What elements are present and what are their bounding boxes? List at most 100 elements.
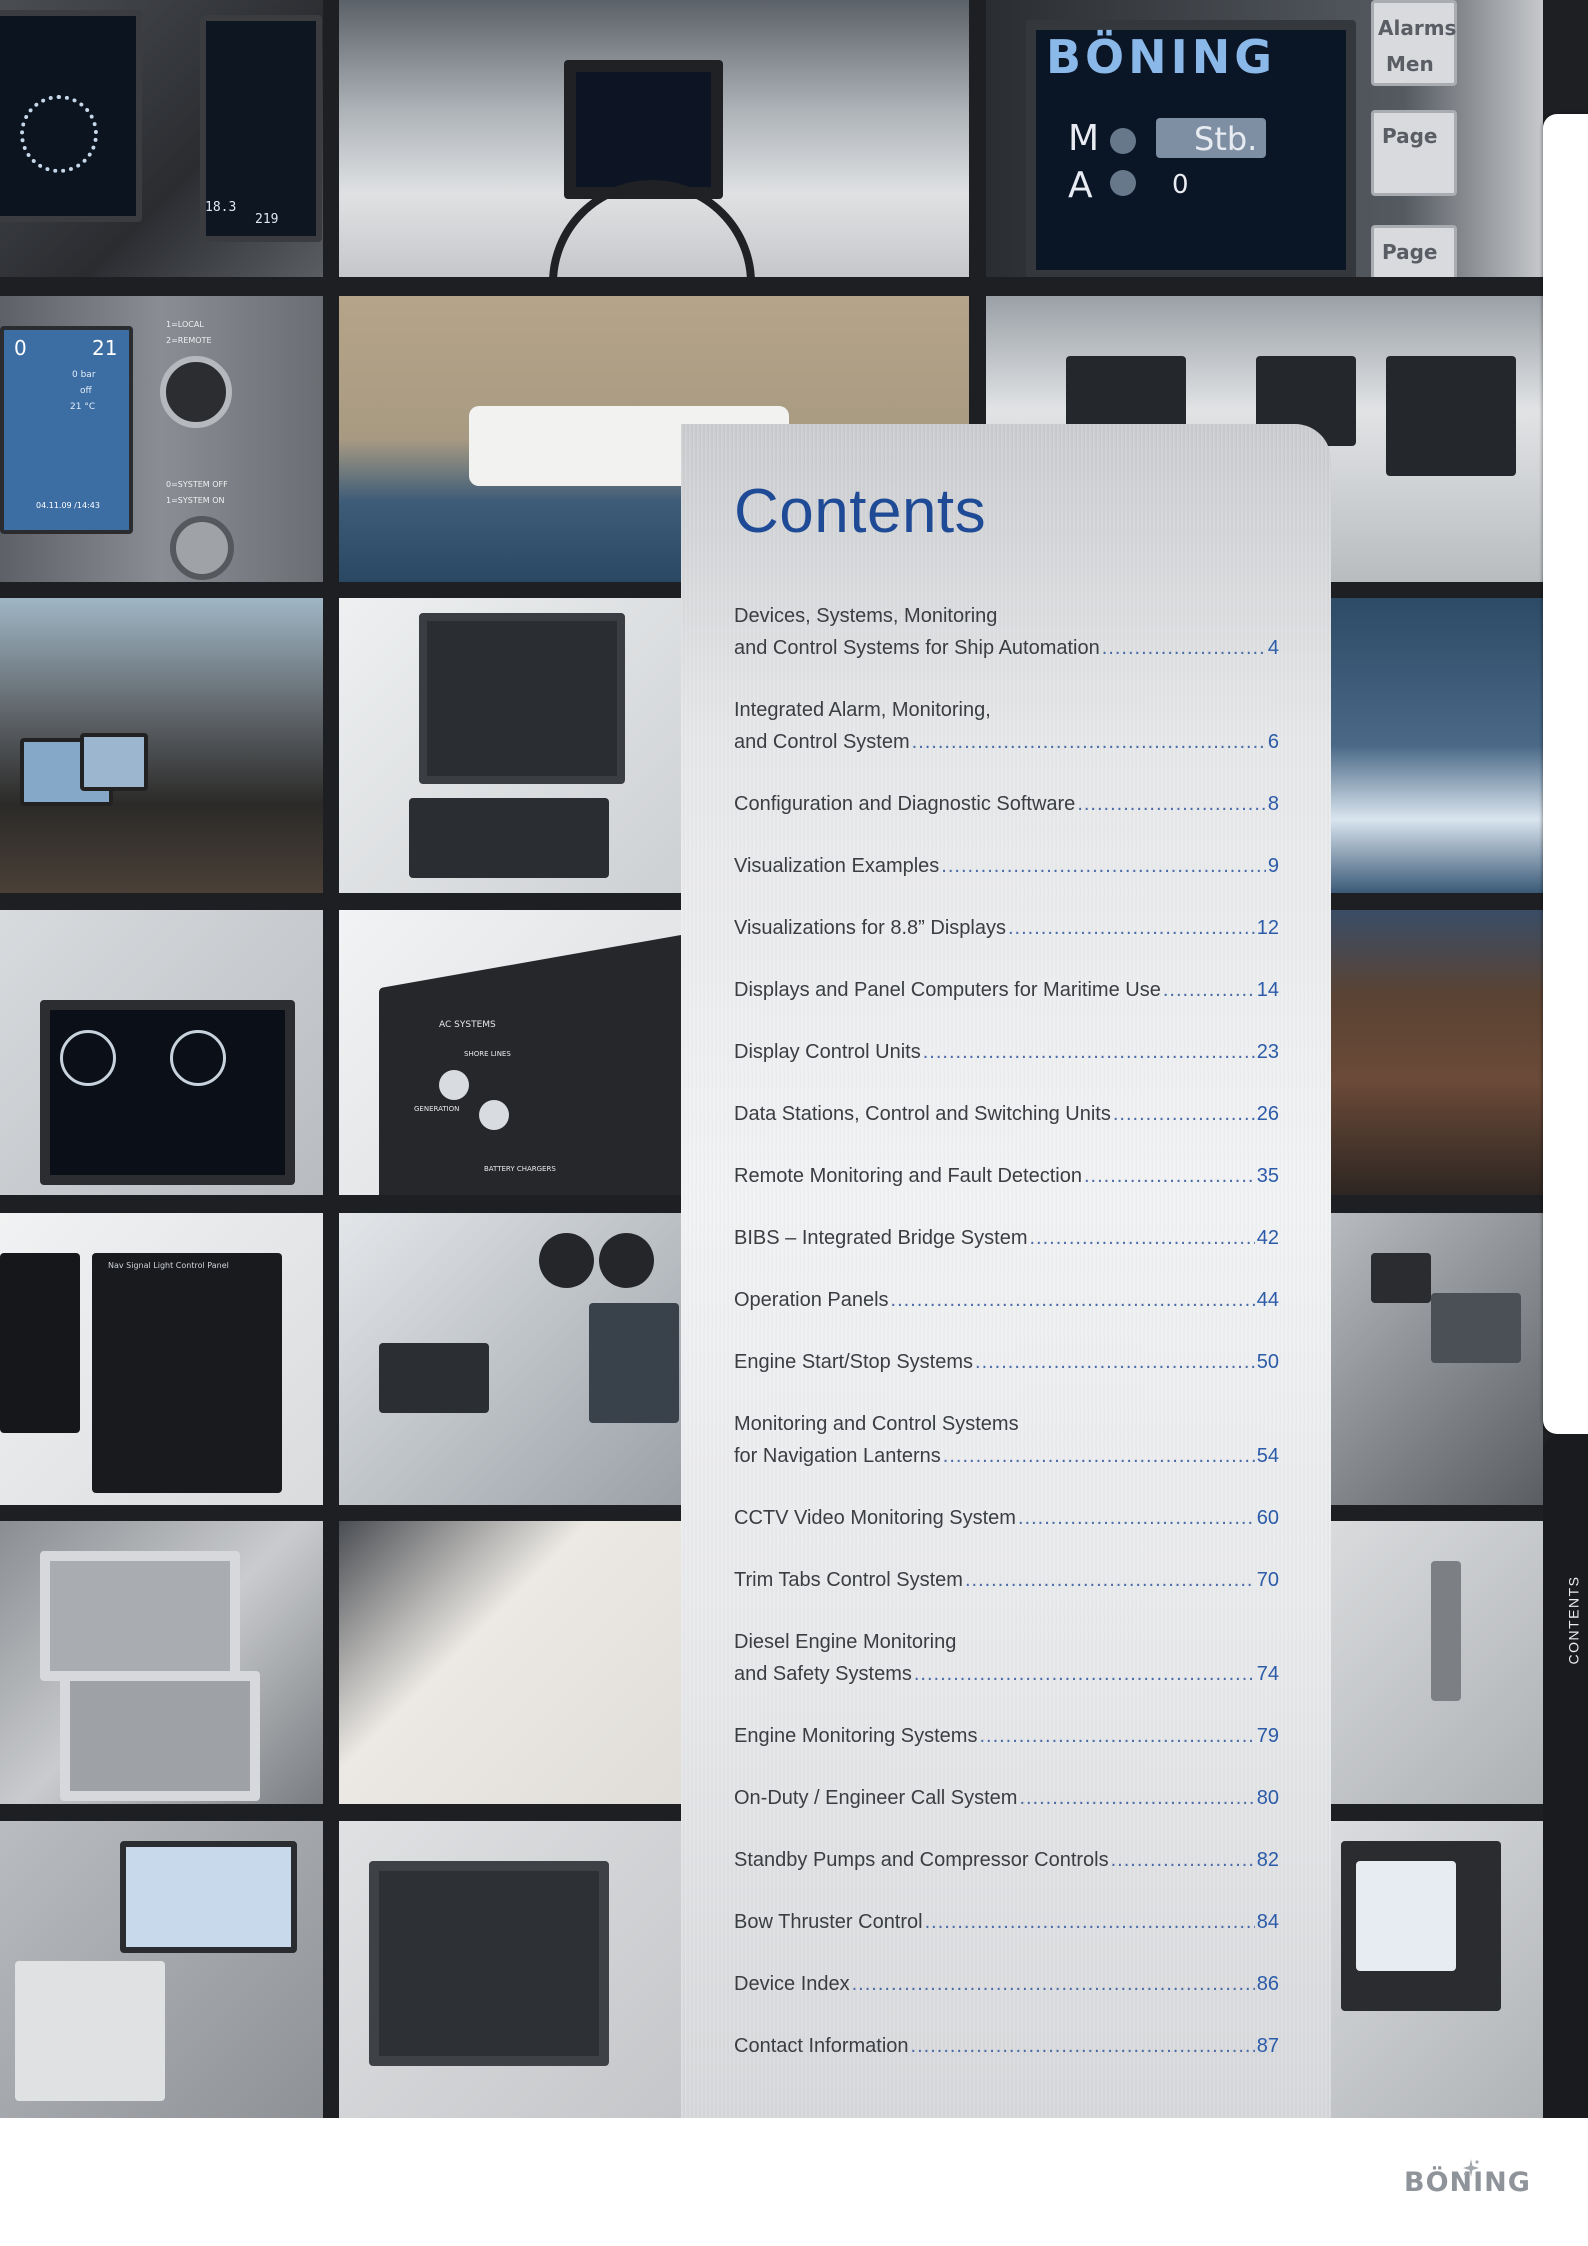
photo-ac-systems-panel: AC SYSTEMS SHORE LINES GENERATION BATTER… xyxy=(339,910,681,1195)
panel-value-left: 0 xyxy=(14,336,27,360)
toc-dot-leader xyxy=(1008,912,1255,944)
toc-entry-title: On-Duty / Engineer Call System xyxy=(734,1787,1018,1809)
toc-entry[interactable]: Visualizations for 8.8” Displays 12 xyxy=(734,912,1279,944)
photo-dark-console xyxy=(1331,1213,1543,1505)
toc-entry[interactable]: Devices, Systems, Monitoring and Control … xyxy=(734,600,1279,664)
toc-entry[interactable]: Diesel Engine Monitoring and Safety Syste… xyxy=(734,1626,1279,1690)
toc-dot-leader xyxy=(943,1440,1255,1472)
toc-entry[interactable]: Bow Thruster Control 84 xyxy=(734,1906,1279,1938)
button-page-label-2: Page xyxy=(1382,240,1438,264)
toc-dot-leader xyxy=(911,2030,1255,2062)
toc-page-number: 35 xyxy=(1256,1165,1279,1187)
photo-light-panel: Nav Signal Light Control Panel xyxy=(0,1213,323,1505)
panel-value-right: 21 xyxy=(92,336,118,360)
photo-engine-gauges xyxy=(0,910,323,1195)
photo-throttle xyxy=(1331,1521,1543,1804)
toc-page-number: 74 xyxy=(1256,1663,1279,1685)
toc-page-number: 86 xyxy=(1256,1973,1279,1995)
toc-entry[interactable]: CCTV Video Monitoring System 60 xyxy=(734,1502,1279,1534)
toc-entry[interactable]: Display Control Units 23 xyxy=(734,1036,1279,1068)
photo-helm-station xyxy=(339,0,969,277)
toc-dot-leader xyxy=(975,1346,1255,1378)
toc-entry[interactable]: Engine Start/Stop Systems 50 xyxy=(734,1346,1279,1378)
toc-entry[interactable]: BIBS – Integrated Bridge System 42 xyxy=(734,1222,1279,1254)
toc-entry[interactable]: Remote Monitoring and Fault Detection 35 xyxy=(734,1160,1279,1192)
toc-page-number: 6 xyxy=(1267,731,1279,753)
photo-bridge-interior xyxy=(0,598,323,893)
display-a-label: A xyxy=(1068,165,1093,206)
photo-wood-bridge xyxy=(1331,910,1543,1195)
toc-page-number: 79 xyxy=(1256,1725,1279,1747)
toc-entry[interactable]: Configuration and Diagnostic Software 8 xyxy=(734,788,1279,820)
photo-white-seats xyxy=(339,1521,681,1804)
panel-remote-label: 2=REMOTE xyxy=(166,336,212,345)
toc-entry[interactable]: Monitoring and Control Systems for Naviga… xyxy=(734,1408,1279,1472)
toc-dot-leader xyxy=(912,726,1266,758)
toc-page-number: 84 xyxy=(1256,1911,1279,1933)
toc-page-number: 9 xyxy=(1267,855,1279,877)
photo-gauge-console xyxy=(339,598,681,893)
toc-entry-title: Bow Thruster Control xyxy=(734,1911,923,1933)
side-tab-text: CONTENTS xyxy=(1565,1575,1581,1665)
toc-entry-title-line: Integrated Alarm, Monitoring, xyxy=(734,699,991,721)
toc-page-number: 8 xyxy=(1267,793,1279,815)
toc-dot-leader xyxy=(1102,632,1266,664)
photo-boening-display: BÖNING M A Stb. 0 Alarms Men Page Page xyxy=(986,0,1543,277)
panel-row-1: 0 bar xyxy=(72,370,96,380)
photo-control-panel: 0 21 0 bar off 21 °C 04.11.09 /14:43 1=L… xyxy=(0,296,323,582)
toc-dot-leader xyxy=(1113,1098,1255,1130)
shore-lines-label: SHORE LINES xyxy=(464,1050,511,1058)
display-zero-value: 0 xyxy=(1172,170,1189,200)
toc-entry[interactable]: Displays and Panel Computers for Maritim… xyxy=(734,974,1279,1006)
side-tab-label[interactable]: CONTENTS xyxy=(1562,1545,1584,1695)
toc-dot-leader xyxy=(914,1658,1255,1690)
star-icon xyxy=(1463,2159,1479,2177)
button-page-label: Page xyxy=(1382,124,1438,148)
toc-entry[interactable]: Integrated Alarm, Monitoring, and Control… xyxy=(734,694,1279,758)
photo-panel-display xyxy=(339,1821,681,2118)
toc-entry[interactable]: Engine Monitoring Systems 79 xyxy=(734,1720,1279,1752)
panel-system-off-label: 0=SYSTEM OFF xyxy=(166,480,228,489)
toc-page-number: 50 xyxy=(1256,1351,1279,1373)
toc-entry-title: Visualizations for 8.8” Displays xyxy=(734,917,1006,939)
photo-navigation-screen xyxy=(1331,1821,1543,2118)
toc-entry-title: Device Index xyxy=(734,1973,850,1995)
photo-map-console xyxy=(0,1821,323,2118)
toc-page-number: 82 xyxy=(1256,1849,1279,1871)
toc-entry[interactable]: Contact Information 87 xyxy=(734,2030,1279,2062)
toc-entry[interactable]: Data Stations, Control and Switching Uni… xyxy=(734,1098,1279,1130)
toc-page-number: 80 xyxy=(1256,1787,1279,1809)
toc-entry-title: and Safety Systems xyxy=(734,1663,912,1685)
side-tab-shade xyxy=(1543,1436,1588,2118)
toc-dot-leader xyxy=(1030,1222,1255,1254)
toc-page-number: 26 xyxy=(1256,1103,1279,1125)
toc-entry-title: Operation Panels xyxy=(734,1289,889,1311)
toc-entry[interactable]: Standby Pumps and Compressor Controls 82 xyxy=(734,1844,1279,1876)
toc-dot-leader xyxy=(925,1906,1255,1938)
toc-entry-title-line: Devices, Systems, Monitoring xyxy=(734,605,998,627)
toc-entry-title: Displays and Panel Computers for Maritim… xyxy=(734,979,1161,1001)
contents-panel: Contents Devices, Systems, Monitoring and… xyxy=(681,424,1331,2118)
display-brand: BÖNING xyxy=(1046,30,1277,84)
brand-logo: BÖNING xyxy=(1404,2159,1531,2198)
toc-dot-leader xyxy=(891,1284,1255,1316)
toc-entry-title: Data Stations, Control and Switching Uni… xyxy=(734,1103,1111,1125)
toc-entry[interactable]: Visualization Examples 9 xyxy=(734,850,1279,882)
toc-entry[interactable]: Device Index 86 xyxy=(734,1968,1279,2000)
toc-page-number: 70 xyxy=(1256,1569,1279,1591)
display-value-2: 219 xyxy=(255,212,279,227)
generators-label: GENERATION xyxy=(414,1105,460,1113)
toc-entry-title: Visualization Examples xyxy=(734,855,940,877)
toc-entry[interactable]: On-Duty / Engineer Call System 80 xyxy=(734,1782,1279,1814)
toc-entry-title: Remote Monitoring and Fault Detection xyxy=(734,1165,1082,1187)
panel-row-2: off xyxy=(80,386,92,396)
toc-entry[interactable]: Trim Tabs Control System 70 xyxy=(734,1564,1279,1596)
panel-row-3: 21 °C xyxy=(70,402,96,412)
photo-gauge-displays: 18.3 219 xyxy=(0,0,323,277)
toc-entry-title: Engine Monitoring Systems xyxy=(734,1725,978,1747)
battery-chargers-label: BATTERY CHARGERS xyxy=(484,1165,556,1173)
toc-entry-title: CCTV Video Monitoring System xyxy=(734,1507,1016,1529)
display-m-label: M xyxy=(1068,118,1100,159)
toc-dot-leader xyxy=(941,850,1266,882)
toc-entry[interactable]: Operation Panels 44 xyxy=(734,1284,1279,1316)
